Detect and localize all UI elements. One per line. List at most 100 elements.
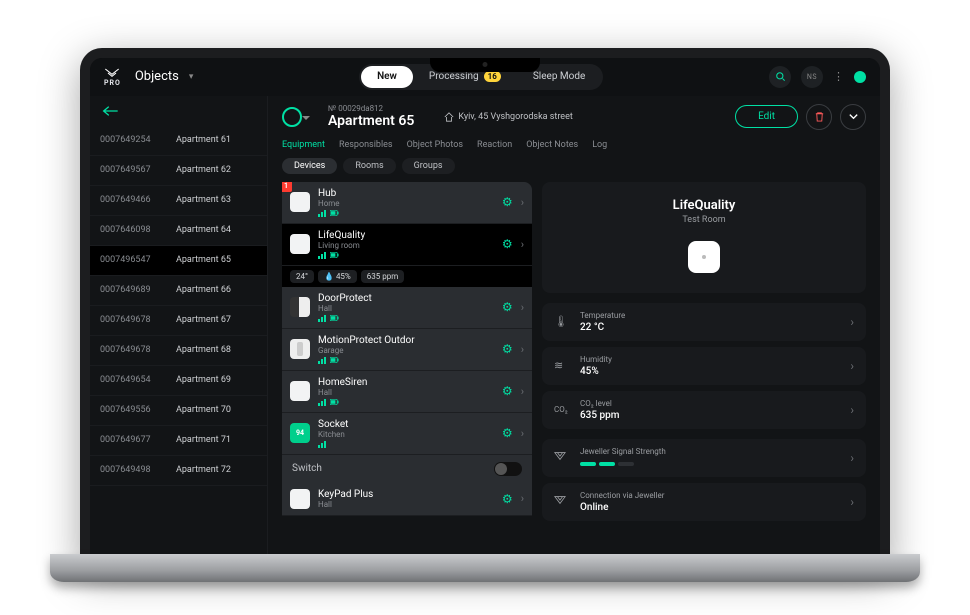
- chevron-right-icon: ›: [850, 451, 854, 465]
- env-co2: 635 ppm: [361, 270, 404, 283]
- gear-icon[interactable]: ⚙: [502, 426, 513, 440]
- search-button[interactable]: [769, 66, 791, 88]
- jeweller-icon: [554, 451, 570, 464]
- list-item[interactable]: 0007649678Apartment 67: [90, 306, 267, 336]
- chevron-right-icon: ›: [521, 238, 524, 251]
- gear-icon[interactable]: ⚙: [502, 300, 513, 314]
- tab-equipment[interactable]: Equipment: [282, 140, 325, 150]
- battery-icon: [330, 399, 339, 405]
- device-row-selected[interactable]: LifeQualityLiving room ⚙›: [282, 224, 532, 266]
- metric-temperature[interactable]: 🌡 Temperature22 °C ›: [542, 303, 866, 341]
- metric-connection[interactable]: Connection via JewellerOnline ›: [542, 483, 866, 521]
- battery-icon: [330, 315, 339, 321]
- tab-log[interactable]: Log: [592, 140, 607, 150]
- list-item[interactable]: 0007649689Apartment 66: [90, 276, 267, 306]
- device-env-readout: 24° 💧 45% 635 ppm: [282, 266, 532, 287]
- gear-icon[interactable]: ⚙: [502, 237, 513, 251]
- list-item[interactable]: 0007649466Apartment 63: [90, 186, 267, 216]
- back-button[interactable]: [90, 96, 267, 126]
- list-item[interactable]: 0007649654Apartment 69: [90, 366, 267, 396]
- list-item[interactable]: 0007649567Apartment 62: [90, 156, 267, 186]
- list-item[interactable]: 0007649498Apartment 72: [90, 456, 267, 486]
- list-item-selected[interactable]: 0007496547Apartment 65: [90, 246, 267, 276]
- arm-status-dropdown[interactable]: [282, 107, 318, 127]
- chevron-down-icon: [848, 111, 859, 122]
- env-hum: 💧 45%: [318, 270, 357, 283]
- signal-bars-icon: [318, 357, 326, 364]
- list-item[interactable]: 0007646098Apartment 64: [90, 216, 267, 246]
- subtab-groups[interactable]: Groups: [402, 158, 455, 174]
- chevron-right-icon: ›: [521, 385, 524, 398]
- switch-label: Switch: [292, 463, 322, 474]
- battery-icon: [330, 210, 339, 216]
- objects-list: 0007649254Apartment 61 0007649567Apartme…: [90, 126, 267, 568]
- objects-sidebar: 0007649254Apartment 61 0007649567Apartme…: [90, 96, 268, 568]
- subtab-rooms[interactable]: Rooms: [343, 158, 395, 174]
- device-row[interactable]: KeyPad PlusHall ⚙›: [282, 483, 532, 516]
- chevron-right-icon: ›: [850, 495, 854, 509]
- chevron-right-icon: ›: [521, 301, 524, 314]
- list-item[interactable]: 0007649677Apartment 71: [90, 426, 267, 456]
- tab-reaction[interactable]: Reaction: [477, 140, 512, 150]
- subtab-devices[interactable]: Devices: [282, 158, 337, 174]
- device-row[interactable]: DoorProtectHall ⚙›: [282, 287, 532, 329]
- trash-icon: [814, 111, 825, 122]
- edit-button[interactable]: Edit: [735, 105, 798, 128]
- device-thumb: [290, 297, 310, 317]
- tab-notes[interactable]: Object Notes: [526, 140, 578, 150]
- tab-photos[interactable]: Object Photos: [407, 140, 463, 150]
- delete-button[interactable]: [806, 104, 832, 130]
- device-detail-panel: LifeQuality Test Room 🌡 Temperature22 °C…: [542, 182, 866, 568]
- metric-signal-strength[interactable]: Jeweller Signal Strength ›: [542, 439, 866, 477]
- gear-icon[interactable]: ⚙: [502, 342, 513, 356]
- device-thumb: [290, 339, 310, 359]
- list-item[interactable]: 0007649254Apartment 61: [90, 126, 267, 156]
- signal-bars-icon: [318, 210, 326, 217]
- list-item[interactable]: 0007649678Apartment 68: [90, 336, 267, 366]
- section-dropdown[interactable]: Objects ▾: [135, 69, 194, 84]
- chevron-right-icon: ›: [521, 343, 524, 356]
- signal-bars-icon: [318, 252, 326, 259]
- user-avatar[interactable]: NS: [801, 66, 823, 88]
- signal-bars-icon: [318, 315, 326, 322]
- device-thumb: 94: [290, 423, 310, 443]
- chevron-right-icon: ›: [521, 492, 524, 505]
- switch-toggle[interactable]: [494, 462, 522, 476]
- battery-icon: [330, 357, 339, 363]
- gear-icon[interactable]: ⚙: [502, 384, 513, 398]
- object-address: Kyiv, 45 Vyshgorodska street: [444, 112, 572, 122]
- mode-new[interactable]: New: [361, 66, 413, 88]
- gear-icon[interactable]: ⚙: [502, 195, 513, 209]
- device-list: 1 HubHome ⚙› LifeQualityLiving room: [282, 182, 532, 568]
- object-header: № 00029da812 Apartment 65 Kyiv, 45 Vyshg…: [268, 96, 880, 136]
- object-content: № 00029da812 Apartment 65 Kyiv, 45 Vyshg…: [268, 96, 880, 568]
- tab-responsibles[interactable]: Responsibles: [339, 140, 393, 150]
- device-thumb: [290, 381, 310, 401]
- signal-strength-bars: [580, 462, 634, 466]
- metric-co2[interactable]: CO₂ CO₂ level635 ppm ›: [542, 391, 866, 429]
- home-icon: [444, 112, 454, 122]
- object-title: Apartment 65: [328, 113, 414, 129]
- device-row[interactable]: 1 HubHome ⚙›: [282, 182, 532, 224]
- chevron-right-icon: ›: [521, 196, 524, 209]
- menu-icon[interactable]: ⋮: [833, 70, 844, 83]
- gear-icon[interactable]: ⚙: [502, 492, 513, 506]
- brand-logo: PRO: [104, 67, 121, 87]
- status-indicator: [854, 71, 866, 83]
- expand-button[interactable]: [840, 104, 866, 130]
- arrow-left-icon: [102, 105, 118, 117]
- metric-humidity[interactable]: ≋ Humidity45% ›: [542, 347, 866, 385]
- device-thumb: [290, 489, 310, 509]
- jeweller-icon: [554, 495, 570, 508]
- device-row[interactable]: HomeSirenHall ⚙›: [282, 371, 532, 413]
- list-item[interactable]: 0007649556Apartment 70: [90, 396, 267, 426]
- device-row[interactable]: MotionProtect OutdorGarage ⚙›: [282, 329, 532, 371]
- search-icon: [775, 71, 786, 82]
- device-row[interactable]: 94 SocketKitchen ⚙›: [282, 413, 532, 455]
- section-label: Objects: [135, 69, 179, 84]
- arm-status-ring-icon: [282, 107, 302, 127]
- chevron-right-icon: ›: [850, 359, 854, 373]
- equipment-subtabs: Devices Rooms Groups: [268, 154, 880, 182]
- battery-icon: [330, 252, 339, 258]
- processing-count-badge: 16: [484, 71, 501, 82]
